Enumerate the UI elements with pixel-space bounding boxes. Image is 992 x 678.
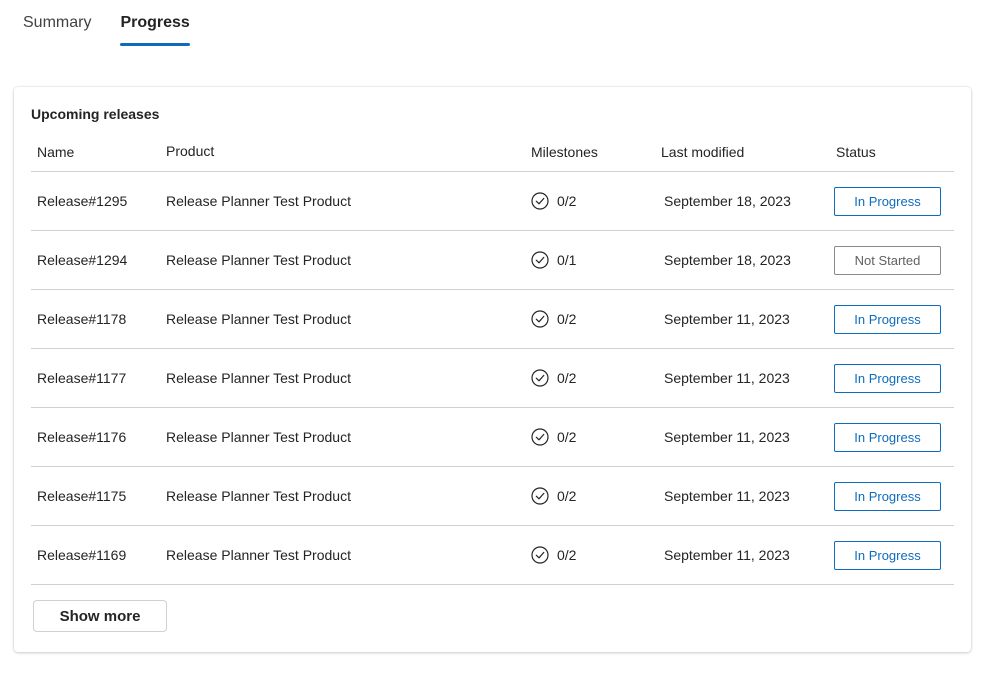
milestones-count: 0/2	[557, 429, 577, 445]
release-name[interactable]: Release#1169	[37, 526, 126, 584]
last-modified-date: September 11, 2023	[664, 429, 790, 445]
last-modified-date: September 11, 2023	[664, 370, 790, 386]
table-row[interactable]: Release#1169 Release Planner Test Produc…	[31, 526, 954, 585]
release-name[interactable]: Release#1294	[37, 231, 127, 289]
status-badge[interactable]: In Progress	[834, 481, 941, 511]
release-name[interactable]: Release#1178	[37, 290, 126, 348]
milestones-count: 0/2	[557, 193, 577, 209]
last-modified-date: September 18, 2023	[664, 252, 791, 268]
column-header-status[interactable]: Status	[836, 144, 876, 160]
status-cell: Not Started	[834, 231, 941, 289]
column-header-name[interactable]: Name	[37, 144, 74, 160]
last-modified-date: September 11, 2023	[664, 547, 790, 563]
release-name[interactable]: Release#1177	[37, 349, 126, 407]
status-cell: In Progress	[834, 172, 941, 230]
table-body: Release#1295 Release Planner Test Produc…	[31, 172, 954, 585]
card-title: Upcoming releases	[31, 106, 160, 122]
status-cell: In Progress	[834, 467, 941, 525]
status-cell: In Progress	[834, 526, 941, 584]
check-circle-icon	[531, 251, 549, 269]
milestones-cell: 0/2	[531, 526, 576, 584]
status-badge[interactable]: In Progress	[834, 422, 941, 452]
milestones-count: 0/2	[557, 311, 577, 327]
release-name[interactable]: Release#1176	[37, 408, 126, 466]
table-row[interactable]: Release#1177 Release Planner Test Produc…	[31, 349, 954, 408]
column-header-last-modified[interactable]: Last modified	[661, 144, 744, 160]
product-name: Release Planner Test Product	[166, 547, 351, 563]
column-header-milestones[interactable]: Milestones	[531, 144, 598, 160]
status-badge[interactable]: In Progress	[834, 304, 941, 334]
release-name[interactable]: Release#1295	[37, 172, 127, 230]
milestones-count: 0/2	[557, 488, 577, 504]
status-cell: In Progress	[834, 408, 941, 466]
milestones-count: 0/1	[557, 252, 577, 268]
status-badge[interactable]: In Progress	[834, 186, 941, 216]
last-modified-date: September 18, 2023	[664, 193, 791, 209]
product-name: Release Planner Test Product	[166, 193, 351, 209]
table-row[interactable]: Release#1178 Release Planner Test Produc…	[31, 290, 954, 349]
status-cell: In Progress	[834, 349, 941, 407]
milestones-cell: 0/2	[531, 290, 576, 348]
status-badge[interactable]: In Progress	[834, 363, 941, 393]
status-cell: In Progress	[834, 290, 941, 348]
milestones-cell: 0/2	[531, 408, 576, 466]
check-circle-icon	[531, 546, 549, 564]
milestones-cell: 0/2	[531, 349, 576, 407]
milestones-count: 0/2	[557, 370, 577, 386]
milestones-cell: 0/1	[531, 231, 576, 289]
milestones-cell: 0/2	[531, 467, 576, 525]
last-modified-date: September 11, 2023	[664, 488, 790, 504]
table-row[interactable]: Release#1176 Release Planner Test Produc…	[31, 408, 954, 467]
upcoming-releases-card: Upcoming releases Name Product Milestone…	[14, 87, 971, 652]
milestones-cell: 0/2	[531, 172, 576, 230]
table-row[interactable]: Release#1295 Release Planner Test Produc…	[31, 172, 954, 231]
table-row[interactable]: Release#1175 Release Planner Test Produc…	[31, 467, 954, 526]
table-header: Name Product Milestones Last modified St…	[31, 137, 954, 172]
last-modified-date: September 11, 2023	[664, 311, 790, 327]
show-more-button[interactable]: Show more	[33, 600, 167, 632]
table-row[interactable]: Release#1294 Release Planner Test Produc…	[31, 231, 954, 290]
check-circle-icon	[531, 487, 549, 505]
tab-summary[interactable]: Summary	[23, 0, 91, 50]
check-circle-icon	[531, 310, 549, 328]
product-name: Release Planner Test Product	[166, 488, 351, 504]
status-badge[interactable]: In Progress	[834, 540, 941, 570]
check-circle-icon	[531, 369, 549, 387]
column-header-product[interactable]: Product	[166, 143, 214, 159]
releases-table: Name Product Milestones Last modified St…	[31, 137, 954, 585]
check-circle-icon	[531, 428, 549, 446]
product-name: Release Planner Test Product	[166, 311, 351, 327]
milestones-count: 0/2	[557, 547, 577, 563]
tab-list: Summary Progress	[23, 0, 219, 50]
product-name: Release Planner Test Product	[166, 370, 351, 386]
status-badge[interactable]: Not Started	[834, 245, 941, 275]
check-circle-icon	[531, 192, 549, 210]
release-name[interactable]: Release#1175	[37, 467, 126, 525]
product-name: Release Planner Test Product	[166, 252, 351, 268]
tab-progress[interactable]: Progress	[120, 0, 191, 50]
product-name: Release Planner Test Product	[166, 429, 351, 445]
